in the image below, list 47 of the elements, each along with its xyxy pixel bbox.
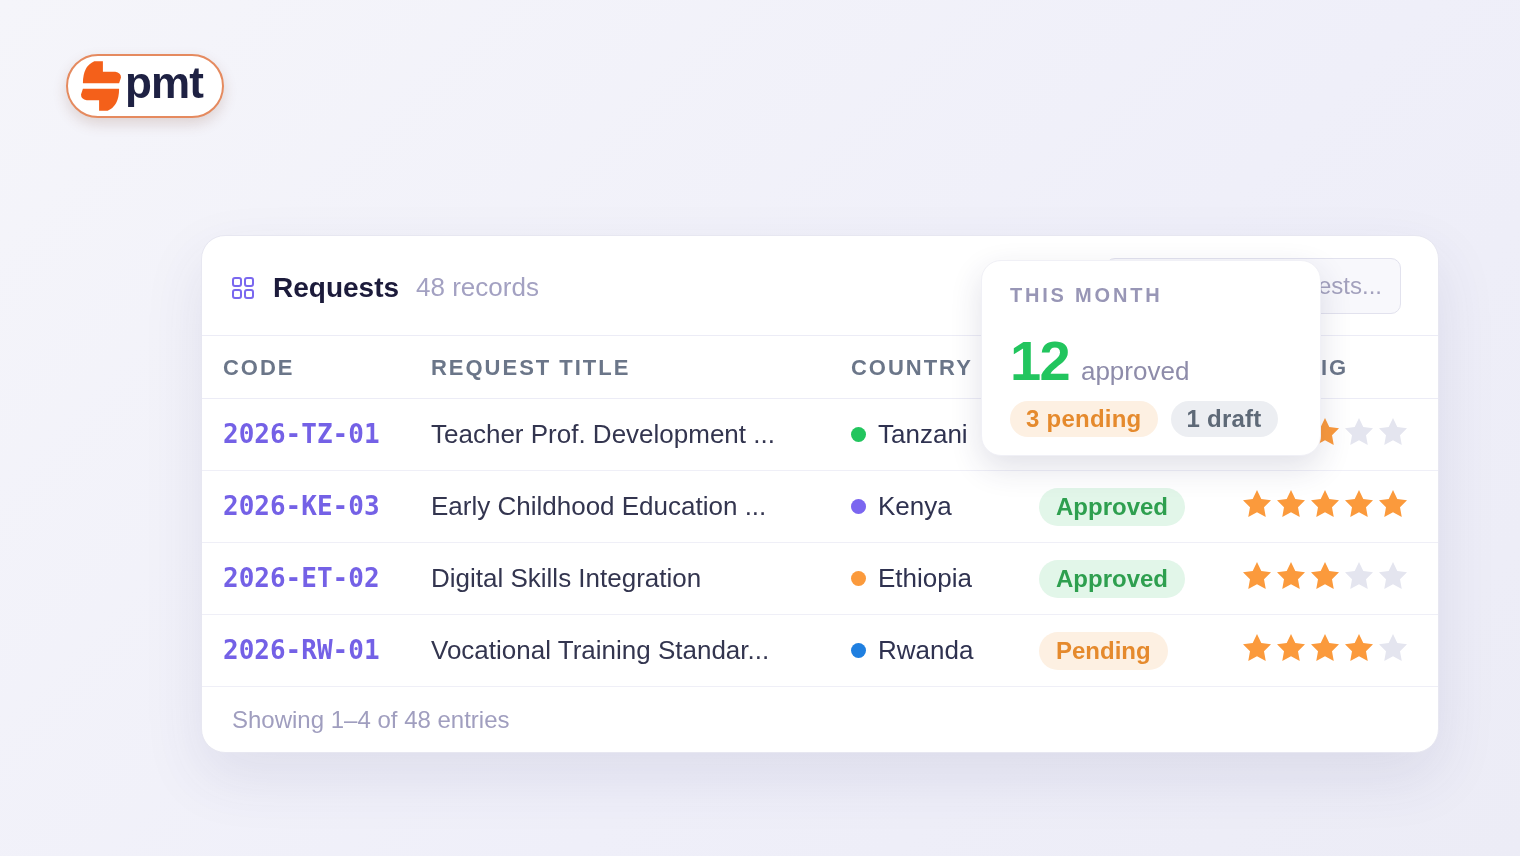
status-badge: Approved [1039,487,1185,526]
approved-count: 12 [1010,333,1069,389]
star-filled-icon [1277,561,1305,589]
star-filled-icon [1311,561,1339,589]
logo-mark-icon [81,59,121,113]
popover-heading: THIS MONTH [1010,285,1163,305]
star-filled-icon [1345,633,1373,661]
logo-text: pmt [125,61,203,109]
country-name: Kenya [878,490,952,523]
request-title: Early Childhood Education ... [431,491,767,521]
column-header: CODE [223,354,295,380]
count-badge: 1 draft [1170,401,1278,437]
count-badge: 3 pending [1010,401,1158,437]
column-header: IG [1321,354,1349,380]
country-name: Rwanda [878,634,974,667]
request-title: Digital Skills Integration [431,563,702,593]
star-empty-icon [1379,633,1407,661]
star-filled-icon [1243,489,1271,517]
column-header: REQUEST TITLE [431,354,631,380]
star-filled-icon [1277,489,1305,517]
status-badge: Pending [1039,631,1168,670]
request-code-link[interactable]: 2026-TZ-01 [223,419,380,449]
status-badge: Approved [1039,559,1185,598]
record-count: 48 records [416,271,539,304]
country-name: Ethiopia [878,562,972,595]
star-filled-icon [1345,489,1373,517]
approved-label: approved [1080,358,1190,384]
star-filled-icon [1277,633,1305,661]
star-empty-icon [1379,417,1407,445]
entries-summary: Showing 1–4 of 48 entries [232,705,510,735]
request-code-link[interactable]: 2026-ET-02 [223,563,380,593]
star-empty-icon [1345,417,1373,445]
panel-title: Requests [273,270,400,305]
request-title: Teacher Prof. Development ... [431,419,775,449]
grid-icon [232,276,254,299]
star-filled-icon [1379,489,1407,517]
request-title: Vocational Training Standar... [431,635,770,665]
request-code-link[interactable]: 2026-RW-01 [223,635,380,665]
country-name: Tanzani [878,418,968,451]
star-empty-icon [1379,561,1407,589]
star-filled-icon [1243,561,1271,589]
star-filled-icon [1311,489,1339,517]
star-empty-icon [1345,561,1373,589]
star-filled-icon [1311,633,1339,661]
column-header: COUNTRY [851,354,973,380]
request-code-link[interactable]: 2026-KE-03 [223,491,380,521]
star-filled-icon [1243,633,1271,661]
